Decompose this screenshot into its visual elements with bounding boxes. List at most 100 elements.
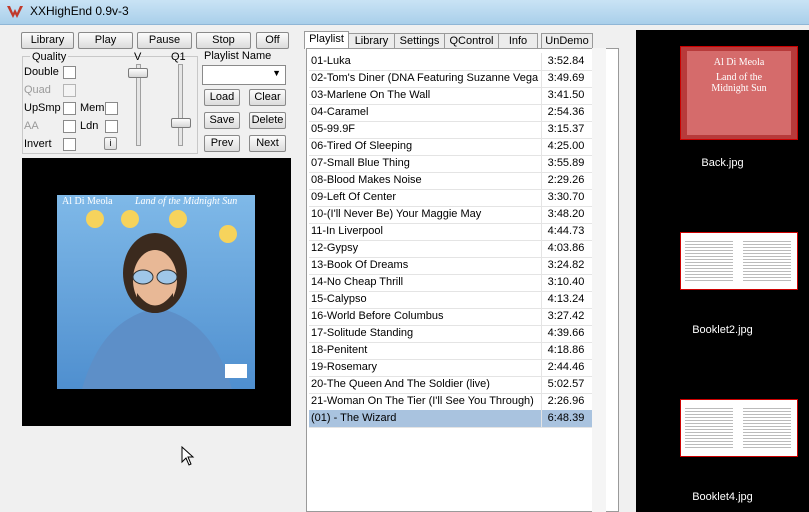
thumbnail-panel: Al Di Meola Land of the Midnight Sun Bac…: [636, 30, 809, 512]
table-row[interactable]: 01-Luka 3:52.84: [309, 53, 592, 71]
double-label: Double: [24, 66, 59, 78]
track-duration: 2:26.96: [541, 393, 590, 410]
tab-playlist[interactable]: Playlist: [304, 31, 349, 49]
q1-slider-label: Q1: [171, 51, 186, 63]
track-name: 08-Blood Makes Noise: [311, 174, 422, 186]
track-duration: 4:25.00: [541, 138, 590, 155]
app-logo-icon: [7, 6, 23, 18]
off-button[interactable]: Off: [256, 32, 289, 49]
clear-button[interactable]: Clear: [249, 89, 286, 106]
save-button[interactable]: Save: [204, 112, 240, 129]
quad-label: Quad: [24, 84, 51, 96]
table-row[interactable]: 16-World Before Columbus 3:27.42: [309, 308, 592, 326]
v-slider-thumb[interactable]: [128, 68, 148, 78]
table-row[interactable]: 09-Left Of Center 3:30.70: [309, 189, 592, 207]
track-duration: 3:48.20: [541, 206, 590, 223]
upsmp-label: UpSmp: [24, 102, 61, 114]
mem-checkbox[interactable]: [105, 102, 118, 115]
album-art-panel: Al Di Meola Land of the Midnight Sun: [22, 158, 291, 426]
prev-button[interactable]: Prev: [204, 135, 240, 152]
table-row[interactable]: 18-Penitent 4:18.86: [309, 342, 592, 360]
playlist-scrollbar[interactable]: [592, 48, 606, 512]
track-name: 01-Luka: [311, 55, 351, 67]
table-row[interactable]: 12-Gypsy 4:03.86: [309, 240, 592, 258]
track-duration: 3:41.50: [541, 87, 590, 104]
track-name: 19-Rosemary: [311, 361, 378, 373]
library-button[interactable]: Library: [21, 32, 74, 49]
tab-qcontrol[interactable]: QControl: [444, 33, 499, 49]
playlist-name-select[interactable]: ▼: [202, 65, 286, 85]
thumbnail-back-title: Land of the Midnight Sun: [711, 72, 767, 94]
v-slider-label: V: [134, 51, 142, 63]
album-artist: Al Di Meola: [62, 196, 113, 207]
table-row[interactable]: 15-Calypso 4:13.24: [309, 291, 592, 309]
load-button[interactable]: Load: [204, 89, 240, 106]
quality-group-label: Quality: [30, 51, 69, 63]
title-bar: XXHighEnd 0.9v-3: [0, 0, 809, 25]
track-duration: 6:48.39: [541, 410, 590, 427]
table-row[interactable]: 06-Tired Of Sleeping 4:25.00: [309, 138, 592, 156]
quad-checkbox[interactable]: [63, 84, 76, 97]
next-button[interactable]: Next: [249, 135, 286, 152]
table-row[interactable]: 14-No Cheap Thrill 3:10.40: [309, 274, 592, 292]
track-duration: 3:49.69: [541, 70, 590, 87]
thumbnail-caption-back: Back.jpg: [701, 157, 744, 169]
aa-checkbox[interactable]: [63, 120, 76, 133]
thumbnail-back-artist: Al Di Meola: [713, 57, 765, 68]
track-name: 14-No Cheap Thrill: [311, 276, 404, 288]
play-button[interactable]: Play: [78, 32, 133, 49]
thumbnail-caption-booklet2: Booklet2.jpg: [692, 324, 753, 336]
track-name: 16-World Before Columbus: [311, 310, 444, 322]
track-name: 10-(I'll Never Be) Your Maggie May: [311, 208, 482, 220]
chevron-down-icon[interactable]: ▼: [272, 68, 281, 78]
tab-undemo[interactable]: UnDemo: [541, 33, 593, 49]
table-row[interactable]: 21-Woman On The Tier (I'll See You Throu…: [309, 393, 592, 411]
track-duration: 3:52.84: [541, 53, 590, 70]
table-row[interactable]: 20-The Queen And The Soldier (live) 5:02.…: [309, 376, 592, 394]
info-button[interactable]: i: [104, 137, 117, 150]
track-name: 12-Gypsy: [311, 242, 359, 254]
ldn-checkbox[interactable]: [105, 120, 118, 133]
thumbnail-back[interactable]: Al Di Meola Land of the Midnight Sun: [680, 46, 798, 140]
mouse-cursor-icon: [181, 446, 195, 466]
track-name: 04-Caramel: [311, 106, 369, 118]
table-row[interactable]: 10-(I'll Never Be) Your Maggie May 3:48.2…: [309, 206, 592, 224]
playlist-table: 01-Luka 3:52.84 02-Tom's Diner (DNA Featur…: [306, 48, 619, 512]
delete-button[interactable]: Delete: [249, 112, 286, 129]
tab-library[interactable]: Library: [348, 33, 395, 49]
table-row[interactable]: 19-Rosemary 2:44.46: [309, 359, 592, 377]
tab-settings[interactable]: Settings: [394, 33, 445, 49]
tab-info[interactable]: Info: [498, 33, 538, 49]
track-name: 03-Marlene On The Wall: [311, 89, 431, 101]
table-row[interactable]: 07-Small Blue Thing 3:55.89: [309, 155, 592, 173]
track-duration: 3:55.89: [541, 155, 590, 172]
track-name: 02-Tom's Diner (DNA Featuring Suzanne Ve…: [311, 72, 539, 84]
table-row[interactable]: 05-99.9F 3:15.37: [309, 121, 592, 139]
q1-slider-thumb[interactable]: [171, 118, 191, 128]
track-duration: 4:44.73: [541, 223, 590, 240]
track-duration: 2:44.46: [541, 359, 590, 376]
table-row[interactable]: (01) - The Wizard 6:48.39: [309, 410, 592, 428]
thumbnail-booklet2[interactable]: [680, 232, 798, 290]
upsmp-checkbox[interactable]: [63, 102, 76, 115]
invert-checkbox[interactable]: [63, 138, 76, 151]
table-row[interactable]: 08-Blood Makes Noise 2:29.26: [309, 172, 592, 190]
table-row[interactable]: 13-Book Of Dreams 3:24.82: [309, 257, 592, 275]
table-row[interactable]: 11-In Liverpool 4:44.73: [309, 223, 592, 241]
aa-label: AA: [24, 120, 39, 132]
q1-slider-track[interactable]: [178, 64, 183, 146]
double-checkbox[interactable]: [63, 66, 76, 79]
thumbnail-booklet4[interactable]: [680, 399, 798, 457]
track-name: 05-99.9F: [311, 123, 356, 135]
table-row[interactable]: 03-Marlene On The Wall 3:41.50: [309, 87, 592, 105]
stop-button[interactable]: Stop: [196, 32, 251, 49]
pause-button[interactable]: Pause: [137, 32, 192, 49]
table-row[interactable]: 17-Solitude Standing 4:39.66: [309, 325, 592, 343]
track-name: (01) - The Wizard: [311, 412, 397, 424]
table-row[interactable]: 04-Caramel 2:54.36: [309, 104, 592, 122]
track-duration: 3:27.42: [541, 308, 590, 325]
invert-label: Invert: [24, 138, 52, 150]
track-name: 15-Calypso: [311, 293, 367, 305]
table-row[interactable]: 02-Tom's Diner (DNA Featuring Suzanne Ve…: [309, 70, 592, 88]
track-name: 20-The Queen And The Soldier (live): [311, 378, 490, 390]
